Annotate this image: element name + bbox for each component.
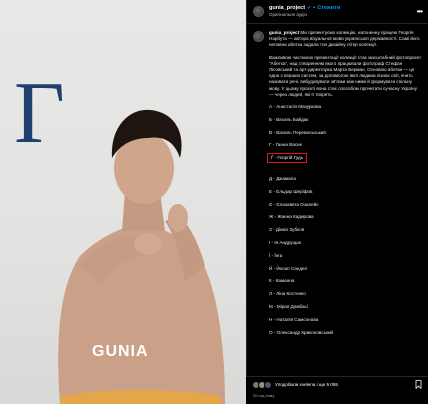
list-item: К - Каманна [269,278,295,284]
bookmark-icon[interactable] [415,380,422,389]
audio-link[interactable]: Оригінальне аудіо [269,12,340,18]
caption-username[interactable]: gunia_project [269,30,299,35]
list-item: Н - Наталія Самсонова [269,316,319,322]
list-item: Г - Ганна Васик [269,142,302,148]
post-footer: Уподобали xvelena і ще 5 055 20 год тому [246,376,428,404]
brand-watermark: GUNIA [92,343,149,360]
list-item: Е - Ельдар Шеріфов [269,188,313,194]
list-item: Д - Джамала [269,176,296,182]
post-info-panel: gunia_project ✔ • Стежити Оригінальне ау… [246,0,428,404]
list-item: І - Ія Андрущак [269,240,301,245]
list-item: Л - Ліна Костенко [269,291,306,297]
alphabet-list: А - Анастасія Мазуркова Б - Василь Байдак… [266,104,422,336]
caption-body: Важливою частиною презентації колекції с… [269,54,422,97]
highlighted-list-item: Ґ - Георгій Гудь [266,153,308,164]
list-item: М - Мірая Домбасі [269,303,308,309]
avatar [264,380,272,389]
post-photo[interactable]: Г GUNIA [0,0,246,404]
caption-avatar[interactable] [253,31,264,42]
separator: • [313,4,316,11]
likes-count[interactable]: Уподобали xvelena і ще 5 055 [275,382,338,387]
list-item: З - Дінкіо Зубков [269,227,305,233]
list-item: Ж - Жанна Кадирова [269,214,314,220]
liker-avatars[interactable] [252,380,272,389]
avatar[interactable] [253,6,264,17]
list-item: О - Олександр Криконовський [269,329,334,335]
follow-button[interactable]: Стежити [317,5,340,12]
more-options-icon[interactable]: ••• [417,7,423,16]
list-item: Є - Єлизавета Озалейє [269,201,319,207]
verified-badge-icon: ✔ [307,4,312,11]
list-item: В - Василь Перевальський [269,129,326,135]
list-item: Б - Василь Байдак [269,116,309,122]
list-item: Ї - Їнга [269,252,283,258]
username-link[interactable]: gunia_project [269,5,305,12]
list-item: Й - Йосип Сандел [269,265,308,271]
caption-area: gunia_project Ми презентуємо колекцію, н… [247,24,428,376]
post-header: gunia_project ✔ • Стежити Оригінальне ау… [247,0,428,24]
post-date: 20 год тому [253,393,275,398]
list-item: А - Анастасія Мазуркова [269,104,322,110]
